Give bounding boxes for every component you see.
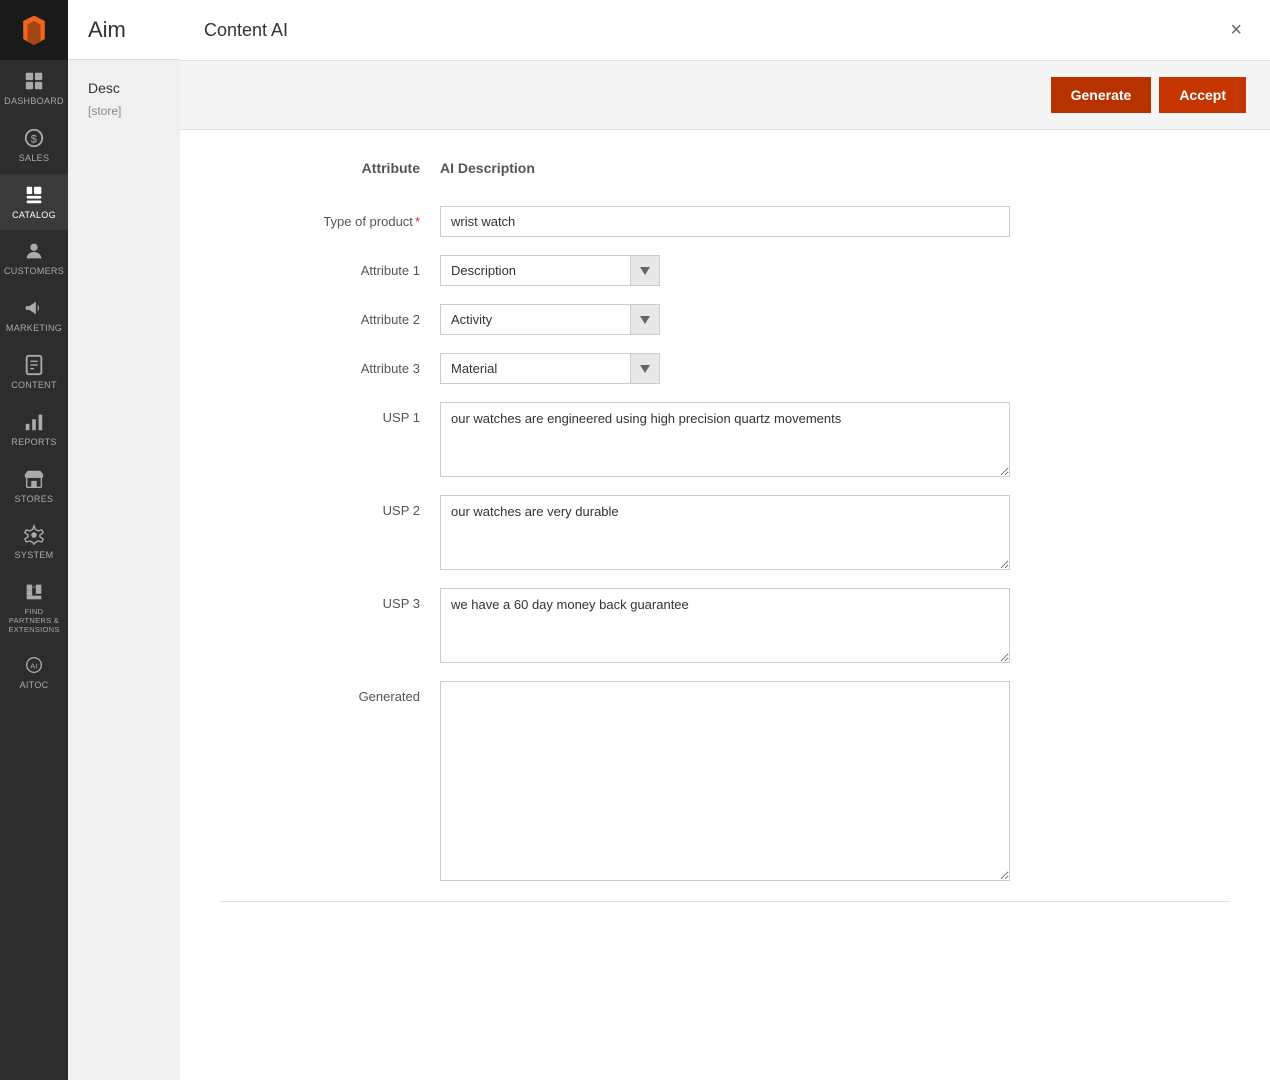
catalog-icon [23, 184, 45, 206]
accept-button[interactable]: Accept [1159, 77, 1246, 113]
aitoc-icon: AI [23, 654, 45, 676]
sidebar-item-content-label: Content [11, 380, 57, 391]
form-row-generated: Generated [220, 681, 1230, 881]
dashboard-icon [23, 70, 45, 92]
magento-logo-icon [16, 12, 52, 48]
form-table: Attribute AI Description Type of product… [220, 160, 1230, 902]
sidebar-item-catalog[interactable]: Catalog [0, 174, 68, 231]
sidebar-item-find-partners-label: Find Partners & Extensions [4, 607, 64, 634]
sidebar-item-customers-label: Customers [4, 266, 64, 277]
attribute2-label: Attribute 2 [220, 304, 420, 327]
sidebar-item-dashboard[interactable]: Dashboard [0, 60, 68, 117]
sidebar-item-sales[interactable]: $ Sales [0, 117, 68, 174]
customers-icon [23, 240, 45, 262]
attribute1-label: Attribute 1 [220, 255, 420, 278]
sidebar-item-aitoc-label: AITOC [20, 680, 49, 691]
page-title: Aim [88, 17, 126, 43]
attribute3-select-wrapper: Material Color Size Brand Activity [440, 353, 660, 384]
attribute3-label: Attribute 3 [220, 353, 420, 376]
usp3-label: USP 3 [220, 588, 420, 611]
generated-textarea[interactable] [440, 681, 1010, 881]
generate-button[interactable]: Generate [1051, 77, 1152, 113]
dollar-icon: $ [23, 127, 45, 149]
form-header-row: Attribute AI Description [220, 160, 1230, 186]
content-icon [23, 354, 45, 376]
attribute1-select-wrapper: Description Short Description Meta Title… [440, 255, 660, 286]
sidebar-item-stores-label: Stores [15, 494, 54, 505]
sidebar-item-stores[interactable]: Stores [0, 458, 68, 515]
form-header-description: AI Description [440, 160, 1230, 176]
usp1-label: USP 1 [220, 402, 420, 425]
sidebar-item-catalog-label: Catalog [12, 210, 56, 221]
form-row-type-of-product: Type of product* [220, 206, 1230, 237]
sidebar: Dashboard $ Sales Catalog Customers Mark… [0, 0, 68, 1080]
attribute3-select[interactable]: Material Color Size Brand Activity [440, 353, 660, 384]
sidebar-item-aitoc[interactable]: AI AITOC [0, 644, 68, 701]
modal-body: Attribute AI Description Type of product… [180, 130, 1270, 1080]
form-header-attribute: Attribute [220, 160, 420, 176]
form-row-usp3: USP 3 we have a 60 day money back guaran… [220, 588, 1230, 663]
sidebar-item-marketing-label: Marketing [6, 323, 62, 334]
modal-footer-divider [220, 901, 1230, 902]
modal-header: Content AI × [180, 0, 1270, 61]
modal-close-button[interactable]: × [1226, 16, 1246, 44]
usp3-textarea[interactable]: we have a 60 day money back guarantee [440, 588, 1010, 663]
modal-toolbar: Generate Accept [180, 61, 1270, 130]
svg-text:AI: AI [30, 662, 37, 671]
sidebar-item-find-partners[interactable]: Find Partners & Extensions [0, 571, 68, 644]
main-area: Aim Desc [store] Content AI × Generate A… [68, 0, 1270, 1080]
form-row-usp2: USP 2 our watches are very durable [220, 495, 1230, 570]
sidebar-item-marketing[interactable]: Marketing [0, 287, 68, 344]
sidebar-item-system-label: System [15, 550, 54, 561]
sidebar-item-reports-label: Reports [11, 437, 56, 448]
attribute2-select-wrapper: Activity Color Size Brand Material [440, 304, 660, 335]
attribute1-select[interactable]: Description Short Description Meta Title… [440, 255, 660, 286]
form-row-attribute1: Attribute 1 Description Short Descriptio… [220, 255, 1230, 286]
type-of-product-label: Type of product* [220, 206, 420, 229]
generated-label: Generated [220, 681, 420, 704]
form-row-attribute2: Attribute 2 Activity Color Size Brand Ma… [220, 304, 1230, 335]
stores-icon [23, 468, 45, 490]
form-row-usp1: USP 1 our watches are engineered using h… [220, 402, 1230, 477]
sidebar-item-reports[interactable]: Reports [0, 401, 68, 458]
sidebar-item-sales-label: Sales [19, 153, 50, 164]
usp2-label: USP 2 [220, 495, 420, 518]
svg-text:$: $ [31, 133, 37, 145]
usp1-textarea[interactable]: our watches are engineered using high pr… [440, 402, 1010, 477]
sidebar-item-dashboard-label: Dashboard [4, 96, 64, 107]
attribute2-select[interactable]: Activity Color Size Brand Material [440, 304, 660, 335]
modal-title: Content AI [204, 20, 288, 41]
sidebar-logo[interactable] [0, 0, 68, 60]
sidebar-item-customers[interactable]: Customers [0, 230, 68, 287]
reports-icon [23, 411, 45, 433]
megaphone-icon [23, 297, 45, 319]
usp2-textarea[interactable]: our watches are very durable [440, 495, 1010, 570]
sidebar-item-system[interactable]: System [0, 514, 68, 571]
extensions-icon [23, 581, 45, 603]
form-row-attribute3: Attribute 3 Material Color Size Brand Ac… [220, 353, 1230, 384]
type-of-product-input[interactable] [440, 206, 1010, 237]
content-ai-modal: Content AI × Generate Accept Attribute A… [180, 0, 1270, 1080]
sidebar-item-content[interactable]: Content [0, 344, 68, 401]
system-icon [23, 524, 45, 546]
